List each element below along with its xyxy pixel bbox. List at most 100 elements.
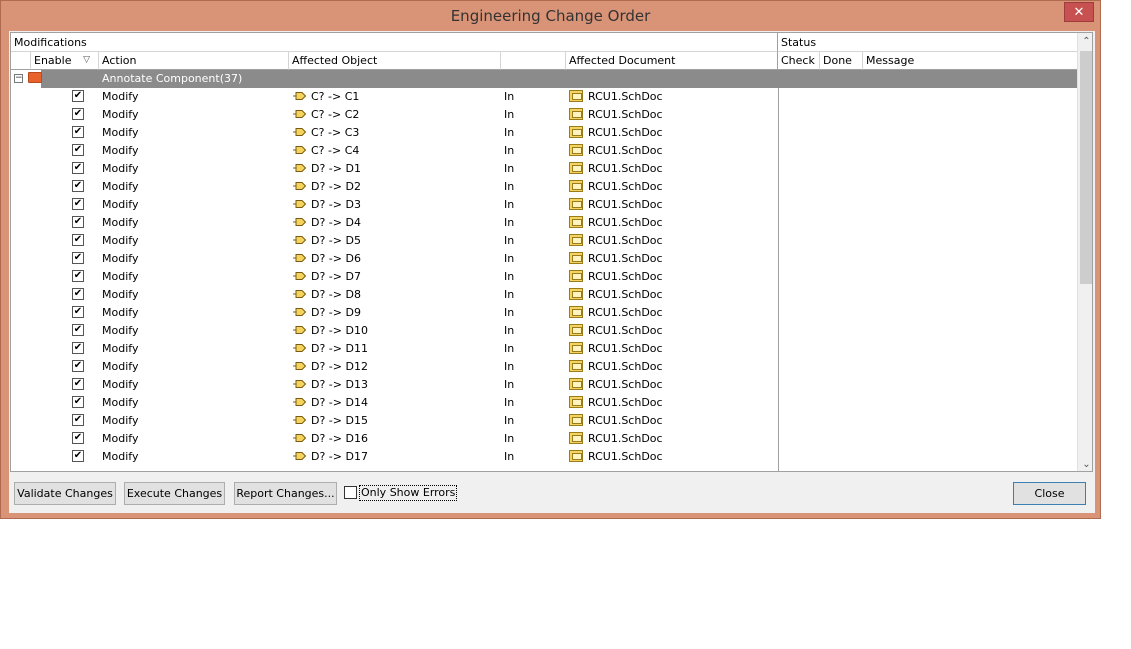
table-row[interactable]: ✔ Modify C? -> C3 In RCU1.SchDoc [11,124,1077,142]
column-header-message[interactable]: Message [863,52,1077,70]
group-row-annotate[interactable]: − Annotate Component(37) [11,70,1077,88]
schematic-document-icon [569,252,583,264]
enable-checkbox[interactable]: ✔ [72,414,84,426]
in-cell: In [504,216,515,229]
enable-checkbox[interactable]: ✔ [72,288,84,300]
enable-checkbox[interactable]: ✔ [72,378,84,390]
schematic-document-icon [569,126,583,138]
enable-checkbox[interactable]: ✔ [72,360,84,372]
table-row[interactable]: ✔ Modify D? -> D14 In RCU1.SchDoc [11,394,1077,412]
affected-document-cell: RCU1.SchDoc [588,198,663,211]
table-row[interactable]: ✔ Modify D? -> D9 In RCU1.SchDoc [11,304,1077,322]
enable-checkbox[interactable]: ✔ [72,396,84,408]
enable-checkbox[interactable]: ✔ [72,270,84,282]
affected-object-cell: C? -> C4 [311,144,360,157]
table-row[interactable]: ✔ Modify D? -> D2 In RCU1.SchDoc [11,178,1077,196]
component-icon [293,326,306,334]
affected-document-cell: RCU1.SchDoc [588,342,663,355]
enable-checkbox[interactable]: ✔ [72,144,84,156]
schematic-document-icon [569,270,583,282]
table-row[interactable]: ✔ Modify D? -> D12 In RCU1.SchDoc [11,358,1077,376]
column-header-action[interactable]: Action [99,52,289,70]
component-icon [293,218,306,226]
title-bar[interactable]: Engineering Change Order ✕ [1,1,1100,31]
enable-checkbox[interactable]: ✔ [72,306,84,318]
filter-icon[interactable]: ▽ [83,52,90,69]
component-icon [293,344,306,352]
component-icon [293,236,306,244]
enable-checkbox[interactable]: ✔ [72,162,84,174]
schematic-document-icon [569,180,583,192]
close-button[interactable]: Close [1013,482,1086,505]
scroll-up-icon[interactable]: ⌃ [1078,33,1092,50]
column-header-affected-document[interactable]: Affected Document [566,52,778,70]
execute-changes-button[interactable]: Execute Changes [124,482,225,505]
column-header-enable[interactable]: Enable ▽ [31,52,99,70]
action-cell: Modify [102,198,139,211]
enable-checkbox[interactable]: ✔ [72,198,84,210]
affected-object-cell: D? -> D14 [311,396,368,409]
vertical-scrollbar[interactable]: ⌃ ⌄ [1077,33,1092,471]
only-show-errors-label[interactable]: Only Show Errors [359,485,458,501]
affected-document-cell: RCU1.SchDoc [588,288,663,301]
action-cell: Modify [102,180,139,193]
report-changes-button[interactable]: Report Changes... [234,482,337,505]
collapse-icon[interactable]: − [14,74,23,83]
only-show-errors-checkbox[interactable] [344,486,357,499]
affected-document-cell: RCU1.SchDoc [588,270,663,283]
affected-document-cell: RCU1.SchDoc [588,432,663,445]
enable-checkbox[interactable]: ✔ [72,90,84,102]
schematic-document-icon [569,162,583,174]
table-row[interactable]: ✔ Modify D? -> D16 In RCU1.SchDoc [11,430,1077,448]
enable-checkbox[interactable]: ✔ [72,450,84,462]
affected-object-cell: D? -> D12 [311,360,368,373]
table-row[interactable]: ✔ Modify D? -> D8 In RCU1.SchDoc [11,286,1077,304]
enable-checkbox[interactable]: ✔ [72,180,84,192]
in-cell: In [504,144,515,157]
table-row[interactable]: ✔ Modify D? -> D11 In RCU1.SchDoc [11,340,1077,358]
in-cell: In [504,108,515,121]
action-cell: Modify [102,360,139,373]
in-cell: In [504,360,515,373]
affected-object-cell: D? -> D4 [311,216,361,229]
affected-object-cell: C? -> C3 [311,126,360,139]
enable-checkbox[interactable]: ✔ [72,234,84,246]
in-cell: In [504,252,515,265]
table-row[interactable]: ✔ Modify C? -> C1 In RCU1.SchDoc [11,88,1077,106]
table-row[interactable]: ✔ Modify D? -> D4 In RCU1.SchDoc [11,214,1077,232]
affected-document-cell: RCU1.SchDoc [588,126,663,139]
table-row[interactable]: ✔ Modify D? -> D13 In RCU1.SchDoc [11,376,1077,394]
action-cell: Modify [102,216,139,229]
table-row[interactable]: ✔ Modify D? -> D3 In RCU1.SchDoc [11,196,1077,214]
table-row[interactable]: ✔ Modify C? -> C4 In RCU1.SchDoc [11,142,1077,160]
table-row[interactable]: ✔ Modify D? -> D7 In RCU1.SchDoc [11,268,1077,286]
validate-changes-button[interactable]: Validate Changes [14,482,116,505]
enable-checkbox[interactable]: ✔ [72,342,84,354]
component-icon [293,416,306,424]
component-icon [293,182,306,190]
column-header-done[interactable]: Done [820,52,863,70]
table-row[interactable]: ✔ Modify D? -> D10 In RCU1.SchDoc [11,322,1077,340]
table-row[interactable]: ✔ Modify D? -> D17 In RCU1.SchDoc [11,448,1077,466]
column-header-check[interactable]: Check [778,52,820,70]
action-cell: Modify [102,432,139,445]
table-row[interactable]: ✔ Modify C? -> C2 In RCU1.SchDoc [11,106,1077,124]
window-close-button[interactable]: ✕ [1064,2,1094,22]
table-row[interactable]: ✔ Modify D? -> D1 In RCU1.SchDoc [11,160,1077,178]
enable-checkbox[interactable]: ✔ [72,216,84,228]
enable-checkbox[interactable]: ✔ [72,432,84,444]
affected-document-cell: RCU1.SchDoc [588,360,663,373]
enable-checkbox[interactable]: ✔ [72,324,84,336]
scroll-down-icon[interactable]: ⌄ [1078,456,1092,471]
enable-checkbox[interactable]: ✔ [72,252,84,264]
in-cell: In [504,432,515,445]
scroll-thumb[interactable] [1080,51,1092,284]
enable-checkbox[interactable]: ✔ [72,126,84,138]
column-header-affected-object[interactable]: Affected Object [289,52,501,70]
column-header-in[interactable] [501,52,566,70]
in-cell: In [504,162,515,175]
table-row[interactable]: ✔ Modify D? -> D6 In RCU1.SchDoc [11,250,1077,268]
table-row[interactable]: ✔ Modify D? -> D15 In RCU1.SchDoc [11,412,1077,430]
table-row[interactable]: ✔ Modify D? -> D5 In RCU1.SchDoc [11,232,1077,250]
enable-checkbox[interactable]: ✔ [72,108,84,120]
